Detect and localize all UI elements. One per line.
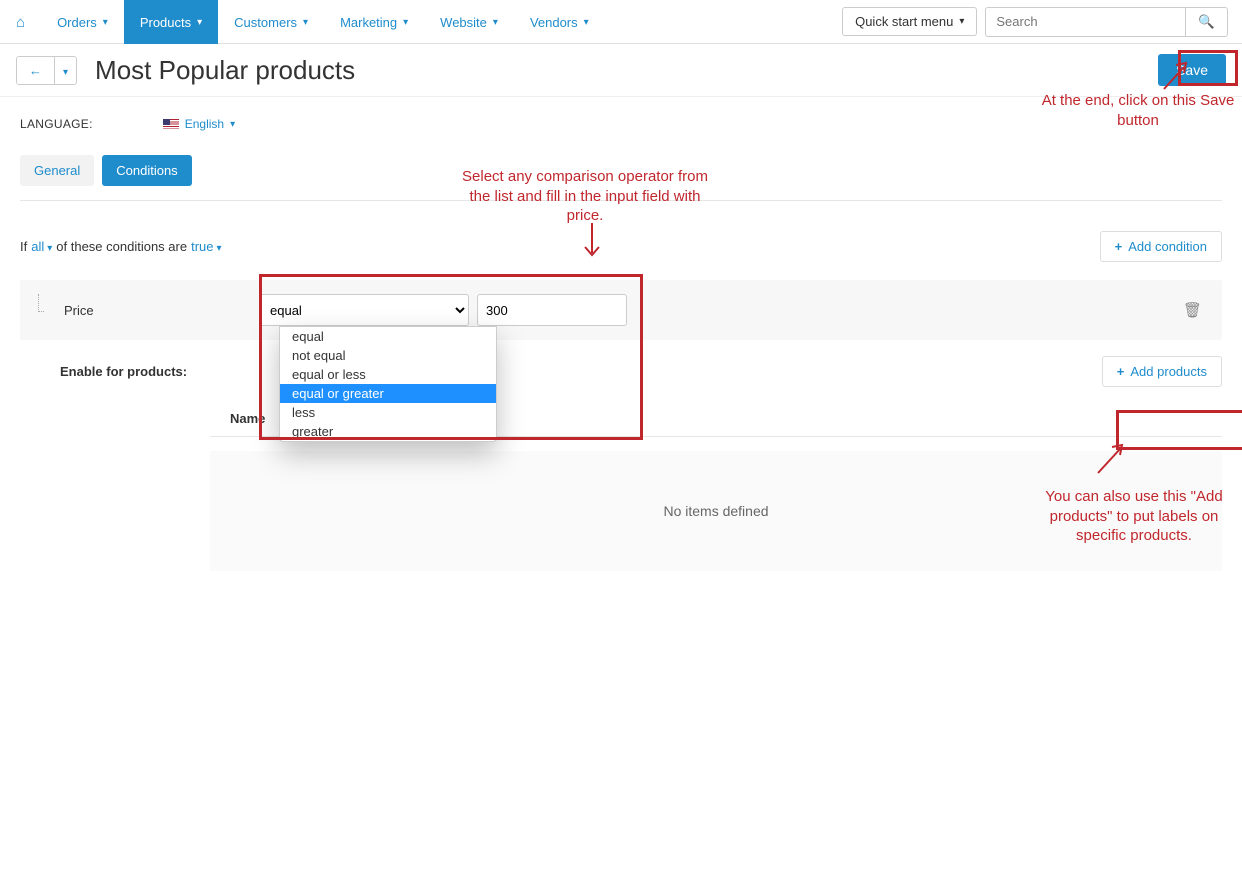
enable-products-row: Enable for products: + Add products [60,356,1222,387]
trash-icon: 🗑 [1183,302,1202,319]
caret-icon: ▾ [63,67,68,78]
operator-option-greater[interactable]: greater [280,422,496,441]
search-group: 🔍 [985,7,1228,37]
language-selector[interactable]: English ▾ [163,117,235,131]
caret-icon: ▾ [103,17,108,28]
nav-left: ⌂ Orders ▾ Products ▾ Customers ▾ Marketing… [0,0,605,43]
add-products-label: Add products [1130,364,1207,379]
nav-orders-label: Orders [57,15,97,30]
enable-products-label: Enable for products: [60,364,187,379]
search-button[interactable]: 🔍 [1185,7,1228,37]
page-header: ← ▾ Most Popular products Save [0,44,1242,97]
nav-customers[interactable]: Customers ▾ [218,0,324,44]
language-label: LANGUAGE: [20,117,93,131]
caret-icon: ▾ [197,17,202,28]
true-token-label: true [191,239,213,254]
nav-marketing-label: Marketing [340,15,397,30]
nav-customers-label: Customers [234,15,297,30]
back-button[interactable]: ← [17,57,54,84]
back-dropdown[interactable]: ▾ [54,57,76,84]
operator-option-equal-or-greater[interactable]: equal or greater [280,384,496,403]
condition-field-label: Price [64,303,259,318]
caret-icon: ▾ [217,243,222,254]
caret-icon: ▾ [403,17,408,28]
plus-icon: + [1115,239,1123,254]
operator-dropdown: equal not equal equal or less equal or g… [279,326,497,442]
caret-icon: ▾ [303,17,308,28]
home-icon: ⌂ [16,14,25,31]
language-value: English [185,117,224,131]
nav-vendors-label: Vendors [530,15,578,30]
operator-option-equal-or-less[interactable]: equal or less [280,365,496,384]
products-empty: No items defined [210,451,1222,571]
language-row: LANGUAGE: English ▾ [20,117,1222,131]
page-title: Most Popular products [95,55,355,86]
add-condition-label: Add condition [1128,239,1207,254]
back-button-group: ← ▾ [16,56,77,85]
caret-icon: ▾ [959,16,964,27]
operator-option-not-equal[interactable]: not equal [280,346,496,365]
condition-value-input[interactable] [477,294,627,326]
condition-row: Price equal 🗑 [20,280,1222,340]
tab-general[interactable]: General [20,155,94,186]
add-products-button[interactable]: + Add products [1102,356,1222,387]
operator-select[interactable]: equal [259,294,469,326]
save-button[interactable]: Save [1158,54,1226,86]
nav-products-label: Products [140,15,191,30]
nav-home[interactable]: ⌂ [0,0,41,44]
true-token[interactable]: true ▾ [191,239,221,254]
tabs: General Conditions [20,155,1222,186]
sentence-if: If [20,239,27,254]
add-condition-button[interactable]: + Add condition [1100,231,1222,262]
operator-option-equal[interactable]: equal [280,327,496,346]
top-nav: ⌂ Orders ▾ Products ▾ Customers ▾ Marketing… [0,0,1242,44]
nav-right: Quick start menu ▾ 🔍 [834,7,1236,37]
nav-marketing[interactable]: Marketing ▾ [324,0,424,44]
divider [20,200,1222,201]
products-empty-text: No items defined [663,503,768,519]
plus-icon: + [1117,364,1125,379]
quick-start-label: Quick start menu [855,14,953,29]
flag-icon [163,119,179,130]
caret-icon: ▾ [230,119,235,130]
tab-conditions[interactable]: Conditions [102,155,191,186]
all-token[interactable]: all▾ [31,239,52,254]
condition-sentence: If all▾ of these conditions are true▾ +A… [20,231,1222,262]
arrow-left-icon: ← [29,63,42,78]
quick-start-menu[interactable]: Quick start menu ▾ [842,7,977,36]
nav-products[interactable]: Products ▾ [124,0,218,44]
nav-vendors[interactable]: Vendors ▾ [514,0,605,44]
condition-row-wrap: Price equal 🗑 equal not equal equal or l… [20,280,1222,340]
search-icon: 🔍 [1198,14,1215,29]
caret-icon: ▾ [493,17,498,28]
tree-marker [38,294,44,312]
nav-website-label: Website [440,15,487,30]
caret-icon: ▾ [584,17,589,28]
nav-website[interactable]: Website ▾ [424,0,514,44]
search-input[interactable] [985,7,1185,37]
content: Select any comparison operator from the … [0,97,1242,571]
delete-condition-button[interactable]: 🗑 [1183,301,1202,319]
all-token-label: all [31,239,44,254]
operator-option-less[interactable]: less [280,403,496,422]
sentence-mid: of these conditions are [56,239,187,254]
nav-orders[interactable]: Orders ▾ [41,0,124,44]
caret-icon: ▾ [47,243,52,254]
